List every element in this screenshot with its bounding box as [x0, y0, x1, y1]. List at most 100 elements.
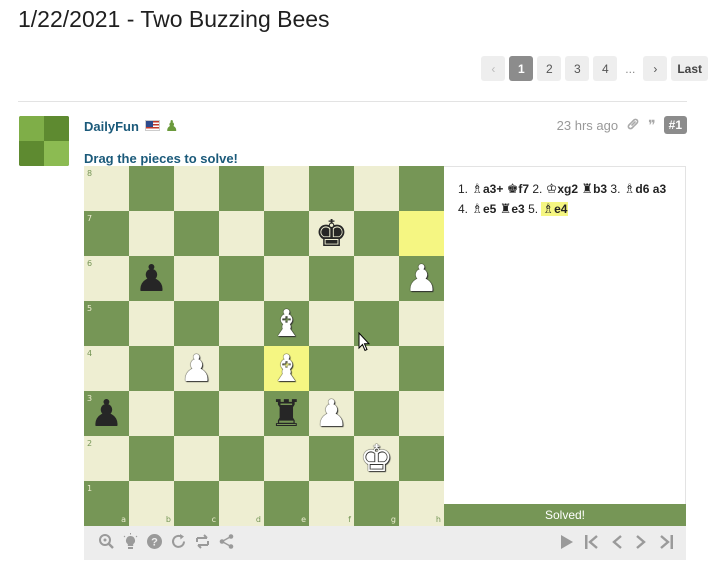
- square-h7[interactable]: [399, 211, 444, 256]
- square-c8[interactable]: [174, 166, 219, 211]
- square-d4[interactable]: [219, 346, 264, 391]
- hint-icon[interactable]: [122, 532, 139, 554]
- square-f4[interactable]: [309, 346, 354, 391]
- square-c5[interactable]: [174, 301, 219, 346]
- square-g6[interactable]: [354, 256, 399, 301]
- square-d3[interactable]: [219, 391, 264, 436]
- square-d8[interactable]: [219, 166, 264, 211]
- square-c1[interactable]: c: [174, 481, 219, 526]
- move-item[interactable]: ♔xg2: [546, 181, 578, 196]
- avatar[interactable]: [19, 116, 69, 166]
- file-label: d: [255, 515, 261, 524]
- square-e2[interactable]: [264, 436, 309, 481]
- pagination-next-button[interactable]: ›: [643, 56, 668, 81]
- square-a8[interactable]: 8: [84, 166, 129, 211]
- square-e8[interactable]: [264, 166, 309, 211]
- square-f2[interactable]: [309, 436, 354, 481]
- square-b3[interactable]: [129, 391, 174, 436]
- square-h4[interactable]: [399, 346, 444, 391]
- play-icon[interactable]: [559, 534, 574, 553]
- move-item[interactable]: ♚f7: [507, 181, 529, 196]
- move-item[interactable]: ♗e4: [541, 201, 569, 216]
- square-b2[interactable]: [129, 436, 174, 481]
- pagination-prev-button[interactable]: ‹: [481, 56, 506, 81]
- square-a6[interactable]: 6: [84, 256, 129, 301]
- white-piece-c4[interactable]: ♟: [174, 346, 219, 391]
- chess-board[interactable]: 8 7 6 5 4 3 2 1 a b c d e f g h ♚ ♟ ♟ ♝ ♟ ♝ ♟ ♜ ♟ ♚: [84, 166, 444, 526]
- next-move-icon[interactable]: [634, 534, 648, 553]
- square-b4[interactable]: [129, 346, 174, 391]
- white-piece-g2[interactable]: ♚: [354, 436, 399, 481]
- flip-board-icon[interactable]: [194, 533, 211, 553]
- share-icon[interactable]: [218, 533, 235, 553]
- move-item[interactable]: ♗a3+: [471, 181, 503, 196]
- square-h5[interactable]: [399, 301, 444, 346]
- square-c3[interactable]: [174, 391, 219, 436]
- move-item[interactable]: ♗d6: [624, 181, 650, 196]
- square-d1[interactable]: d: [219, 481, 264, 526]
- move-item[interactable]: ♜e3: [500, 201, 525, 216]
- pagination-page-2[interactable]: 2: [537, 56, 562, 81]
- square-b7[interactable]: [129, 211, 174, 256]
- black-piece-b6[interactable]: ♟: [129, 256, 174, 301]
- reset-icon[interactable]: [170, 533, 187, 553]
- square-b5[interactable]: [129, 301, 174, 346]
- square-e7[interactable]: [264, 211, 309, 256]
- square-f6[interactable]: [309, 256, 354, 301]
- square-d2[interactable]: [219, 436, 264, 481]
- square-a4[interactable]: 4: [84, 346, 129, 391]
- white-piece-f3[interactable]: ♟: [309, 391, 354, 436]
- square-g4[interactable]: [354, 346, 399, 391]
- square-c6[interactable]: [174, 256, 219, 301]
- quote-icon[interactable]: ❞: [648, 117, 656, 134]
- square-a5[interactable]: 5: [84, 301, 129, 346]
- last-move-icon[interactable]: [658, 534, 674, 553]
- square-g1[interactable]: g: [354, 481, 399, 526]
- square-g7[interactable]: [354, 211, 399, 256]
- square-f5[interactable]: [309, 301, 354, 346]
- pagination-page-4[interactable]: 4: [593, 56, 618, 81]
- square-e6[interactable]: [264, 256, 309, 301]
- square-g3[interactable]: [354, 391, 399, 436]
- pagination-last-button[interactable]: Last: [671, 56, 708, 81]
- square-d6[interactable]: [219, 256, 264, 301]
- square-f8[interactable]: [309, 166, 354, 211]
- move-number: 4.: [458, 202, 472, 216]
- previous-move-icon[interactable]: [610, 534, 624, 553]
- move-item[interactable]: a3: [653, 182, 666, 196]
- black-piece-e3[interactable]: ♜: [264, 391, 309, 436]
- pagination-page-1[interactable]: 1: [509, 56, 534, 81]
- help-icon[interactable]: ?: [146, 533, 163, 553]
- move-list: 1. ♗a3+ ♚f7 2. ♔xg2 ♜b3 3. ♗d6 a3 4. ♗e5…: [444, 166, 686, 504]
- square-h1[interactable]: h: [399, 481, 444, 526]
- square-c2[interactable]: [174, 436, 219, 481]
- square-d7[interactable]: [219, 211, 264, 256]
- analysis-icon[interactable]: [98, 533, 115, 553]
- username-link[interactable]: DailyFun: [84, 119, 139, 134]
- move-item[interactable]: ♜b3: [581, 181, 607, 196]
- square-b1[interactable]: b: [129, 481, 174, 526]
- square-h8[interactable]: [399, 166, 444, 211]
- pagination-page-3[interactable]: 3: [565, 56, 590, 81]
- white-piece-e5[interactable]: ♝: [264, 301, 309, 346]
- black-piece-f7[interactable]: ♚: [309, 211, 354, 256]
- square-c7[interactable]: [174, 211, 219, 256]
- square-d5[interactable]: [219, 301, 264, 346]
- square-a2[interactable]: 2: [84, 436, 129, 481]
- move-item[interactable]: ♗e5: [471, 201, 496, 216]
- square-h2[interactable]: [399, 436, 444, 481]
- square-h3[interactable]: [399, 391, 444, 436]
- white-piece-h6[interactable]: ♟: [399, 256, 444, 301]
- square-f1[interactable]: f: [309, 481, 354, 526]
- square-g8[interactable]: [354, 166, 399, 211]
- square-a1[interactable]: 1a: [84, 481, 129, 526]
- square-e1[interactable]: e: [264, 481, 309, 526]
- square-a7[interactable]: 7: [84, 211, 129, 256]
- post-number-badge[interactable]: #1: [663, 116, 687, 134]
- square-b8[interactable]: [129, 166, 174, 211]
- link-icon[interactable]: [626, 117, 640, 134]
- black-piece-a3[interactable]: ♟: [84, 391, 129, 436]
- white-piece-e4[interactable]: ♝: [264, 346, 309, 391]
- file-label: c: [211, 515, 216, 524]
- first-move-icon[interactable]: [584, 534, 600, 553]
